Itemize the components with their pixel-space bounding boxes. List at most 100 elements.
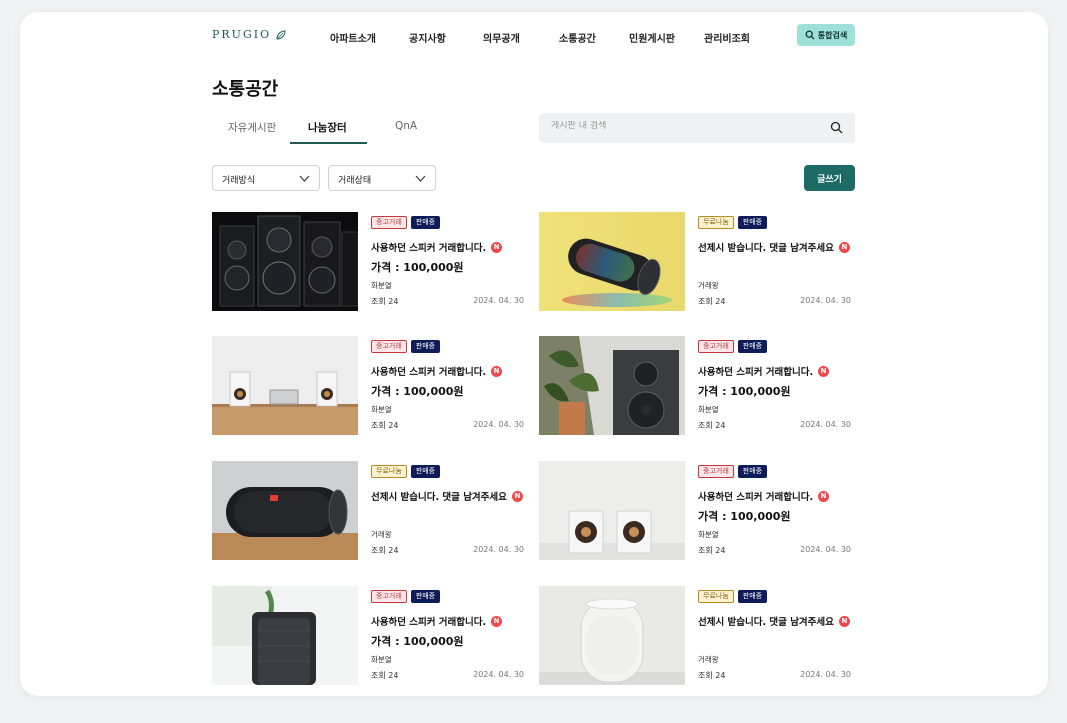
post-views: 조회 24 [371,297,399,306]
post-title[interactable]: 선제시 받습니다. 댓글 남겨주세요 [698,240,834,254]
nav-community[interactable]: 소통공간 [559,30,596,45]
square-speaker-photo [212,586,358,685]
post-views: 조회 24 [371,671,399,680]
list-item[interactable]: 중고거래 판매중 사용하던 스피커 거래합니다. N 가격 : 100,000원… [212,586,528,686]
post-info: 무료나눔 판매중 선제시 받습니다. 댓글 남겨주세요 N 거래왕 조회 24 … [371,465,524,561]
post-views: 조회 24 [371,421,399,430]
post-date: 2024. 04. 30 [473,420,524,429]
tab-sharing-market[interactable]: 나눔장터 [308,120,347,135]
post-author: 거래왕 [371,530,392,539]
post-info: 무료나눔 판매중 선제시 받습니다. 댓글 남겨주세요 N 거래왕 조회 24 … [698,590,851,686]
status-badge: 판매중 [410,465,441,478]
page-title: 소통공간 [212,79,279,100]
post-title[interactable]: 사용하던 스피커 거래합니다. [371,240,486,254]
trade-type-badge: 중고거래 [371,216,407,229]
chevron-down-icon [299,175,310,182]
status-badge: 판매중 [737,465,768,478]
trade-method-label: 거래방식 [222,176,256,186]
list-item[interactable]: 중고거래 판매중 사용하던 스피커 거래합니다. N 가격 : 100,000원… [539,461,855,561]
post-price: 가격 : 100,000원 [371,261,464,274]
post-price: 가격 : 100,000원 [698,510,791,523]
trade-type-badge: 중고거래 [698,465,734,478]
search-icon [805,30,815,40]
board-tabs: 자유게시판 나눔장터 QnA [212,115,452,145]
global-search-button[interactable]: 통합검색 [797,24,855,46]
white-speakers-photo [539,461,685,560]
post-author: 화분열 [371,281,392,290]
post-date: 2024. 04. 30 [800,296,851,305]
nav-notice[interactable]: 공지사항 [409,30,446,45]
trade-type-badge: 무료나눔 [371,465,407,478]
post-title[interactable]: 사용하던 스피커 거래합니다. [371,614,486,628]
status-badge: 판매중 [410,340,441,353]
new-badge-icon: N [491,365,503,377]
post-price: 가격 : 100,000원 [371,385,464,398]
list-item[interactable]: 무료나눔 판매중 선제시 받습니다. 댓글 남겨주세요 N 거래왕 조회 24 … [539,586,855,686]
nav-apartment[interactable]: 아파트소개 [330,30,376,45]
new-badge-icon: N [818,490,830,502]
new-badge-icon: N [818,365,830,377]
speaker-plant-photo [539,336,685,435]
tab-free-board[interactable]: 자유게시판 [228,120,276,135]
nav-disclosure[interactable]: 의무공개 [483,30,520,45]
trade-status-select[interactable]: 거래상태 [328,165,436,191]
post-views: 조회 24 [698,297,726,306]
cylinder-speaker-yellow-photo [539,212,685,311]
smart-speaker-photo [539,586,685,685]
portable-speaker-photo [212,461,358,560]
main-content: PRUGIO 아파트소개 공지사항 의무공개 소통공간 민원게시판 관리비조회 … [212,12,855,696]
post-title[interactable]: 사용하던 스피커 거래합니다. [698,489,813,503]
post-views: 조회 24 [698,671,726,680]
post-author: 거래왕 [698,281,719,290]
search-icon[interactable] [830,121,843,134]
board-search-input[interactable] [551,121,811,131]
list-item[interactable]: 무료나눔 판매중 선제시 받습니다. 댓글 남겨주세요 N 거래왕 조회 24 … [212,461,528,561]
new-badge-icon: N [511,490,523,502]
post-date: 2024. 04. 30 [473,670,524,679]
list-item[interactable]: 중고거래 판매중 사용하던 스피커 거래합니다. N 가격 : 100,000원… [212,336,528,436]
post-title[interactable]: 선제시 받습니다. 댓글 남겨주세요 [371,489,507,503]
nav-complaints[interactable]: 민원게시판 [629,30,675,45]
page-card: PRUGIO 아파트소개 공지사항 의무공개 소통공간 민원게시판 관리비조회 … [20,12,1048,696]
nav-fees[interactable]: 관리비조회 [704,30,750,45]
logo[interactable]: PRUGIO [212,28,287,41]
leaf-icon [276,29,286,40]
post-info: 중고거래 판매중 사용하던 스피커 거래합니다. N 가격 : 100,000원… [371,590,524,686]
status-badge: 판매중 [737,340,768,353]
trade-method-select[interactable]: 거래방식 [212,165,320,191]
trade-type-badge: 중고거래 [371,590,407,603]
post-info: 중고거래 판매중 사용하던 스피커 거래합니다. N 가격 : 100,000원… [371,340,524,436]
chevron-down-icon [415,175,426,182]
new-badge-icon: N [491,615,503,627]
write-button[interactable]: 글쓰기 [804,165,855,191]
post-title[interactable]: 선제시 받습니다. 댓글 남겨주세요 [698,614,834,628]
global-search-label: 통합검색 [817,30,848,40]
trade-status-label: 거래상태 [338,176,372,186]
status-badge: 판매중 [737,590,768,603]
list-item[interactable]: 중고거래 판매중 사용하던 스피커 거래합니다. N 가격 : 100,000원… [539,336,855,436]
trade-type-badge: 중고거래 [371,340,407,353]
post-title[interactable]: 사용하던 스피커 거래합니다. [698,364,813,378]
speaker-wall-photo [212,212,358,311]
post-date: 2024. 04. 30 [800,670,851,679]
logo-text: PRUGIO [212,28,272,41]
list-item[interactable]: 중고거래 판매중 사용하던 스피커 거래합니다. N 가격 : 100,000원… [212,212,528,312]
post-info: 중고거래 판매중 사용하던 스피커 거래합니다. N 가격 : 100,000원… [698,340,851,436]
post-views: 조회 24 [698,546,726,555]
post-price: 가격 : 100,000원 [698,385,791,398]
post-title[interactable]: 사용하던 스피커 거래합니다. [371,364,486,378]
trade-type-badge: 중고거래 [698,340,734,353]
list-item[interactable]: 무료나눔 판매중 선제시 받습니다. 댓글 남겨주세요 N 거래왕 조회 24 … [539,212,855,312]
post-info: 무료나눔 판매중 선제시 받습니다. 댓글 남겨주세요 N 거래왕 조회 24 … [698,216,851,312]
post-info: 중고거래 판매중 사용하던 스피커 거래합니다. N 가격 : 100,000원… [371,216,524,312]
tab-qna[interactable]: QnA [395,120,417,132]
post-info: 중고거래 판매중 사용하던 스피커 거래합니다. N 가격 : 100,000원… [698,465,851,561]
status-badge: 판매중 [737,216,768,229]
post-date: 2024. 04. 30 [473,545,524,554]
post-price: 가격 : 100,000원 [371,635,464,648]
bookshelf-speakers-photo [212,336,358,435]
post-author: 화분열 [698,530,719,539]
status-badge: 판매중 [410,216,441,229]
new-badge-icon: N [838,615,850,627]
post-author: 거래왕 [698,655,719,664]
